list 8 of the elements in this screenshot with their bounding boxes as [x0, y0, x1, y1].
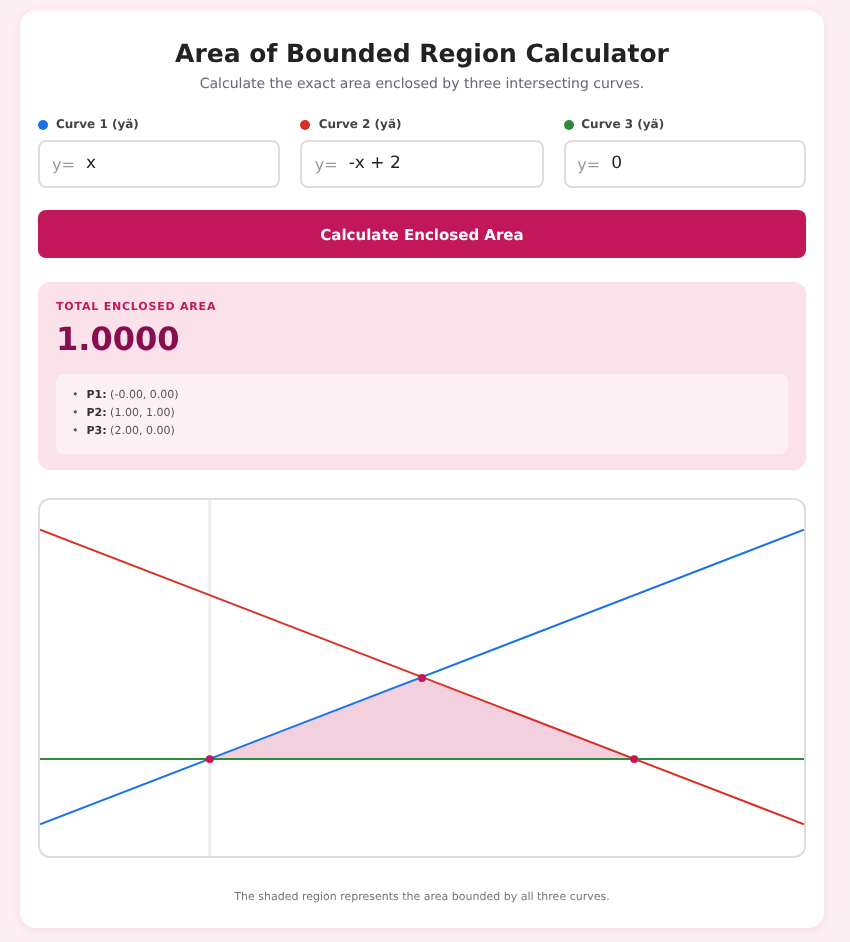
intersection-marker [205, 755, 214, 764]
input-prefix: y= [52, 156, 75, 174]
input-prefix: y= [577, 156, 601, 174]
intersection-marker [417, 674, 427, 682]
page-title: Area of Bounded Region Calculator [173, 38, 671, 68]
intersection-marker [630, 755, 639, 764]
result-value: 1.0000 [56, 320, 182, 358]
input-prefix: y= [314, 156, 338, 174]
